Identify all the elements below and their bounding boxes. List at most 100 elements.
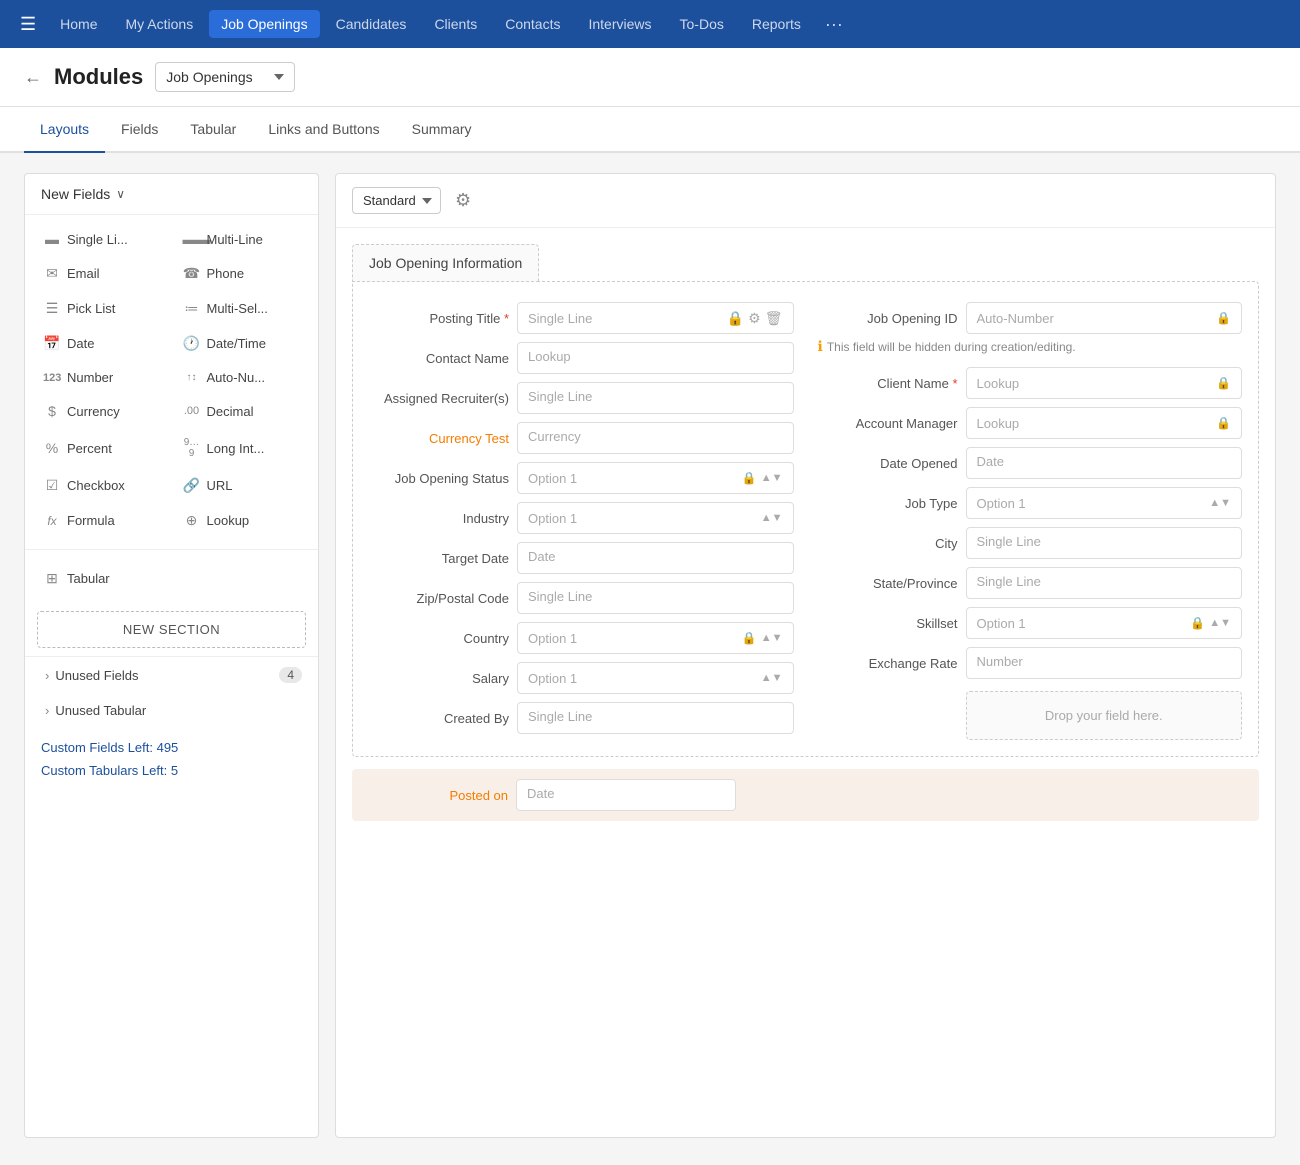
input-city[interactable]: Single Line (966, 527, 1243, 559)
form-row-salary: Salary Option 1 ▲▼ (369, 658, 794, 698)
field-auto-number[interactable]: ↑↕ Auto-Nu... (173, 362, 311, 393)
field-tabular[interactable]: ⊞ Tabular (33, 562, 171, 595)
field-datetime[interactable]: 🕐 Date/Time (173, 327, 311, 360)
input-country[interactable]: Option 1 🔒 ▲▼ (517, 622, 794, 654)
field-checkbox[interactable]: ☑ Checkbox (33, 469, 171, 502)
placeholder-salary: Option 1 (528, 671, 577, 686)
field-lookup-label: Lookup (207, 513, 250, 528)
input-client-name[interactable]: Lookup 🔒 (966, 367, 1243, 399)
input-salary[interactable]: Option 1 ▲▼ (517, 662, 794, 694)
field-pick-list[interactable]: ☰ Pick List (33, 292, 171, 325)
placeholder-assigned-recruiter: Single Line (528, 389, 592, 404)
placeholder-state-province: Single Line (977, 574, 1041, 589)
delete-icon[interactable]: 🗑 (765, 310, 783, 327)
nav-home[interactable]: Home (48, 10, 109, 38)
label-job-type: Job Type (818, 496, 958, 511)
input-exchange-rate[interactable]: Number (966, 647, 1243, 679)
form-row-drop-zone: Drop your field here. (818, 683, 1243, 740)
input-state-province[interactable]: Single Line (966, 567, 1243, 599)
input-industry[interactable]: Option 1 ▲▼ (517, 502, 794, 534)
section-header: Job Opening Information (352, 244, 1259, 281)
nav-todos[interactable]: To-Dos (668, 10, 736, 38)
input-assigned-recruiter[interactable]: Single Line (517, 382, 794, 414)
label-job-opening-status: Job Opening Status (369, 471, 509, 486)
custom-fields-link[interactable]: Custom Fields Left: 495 (41, 740, 302, 755)
tab-links-buttons[interactable]: Links and Buttons (252, 107, 395, 153)
info-text: This field will be hidden during creatio… (827, 340, 1076, 354)
input-skillset[interactable]: Option 1 🔒 ▲▼ (966, 607, 1243, 639)
input-target-date[interactable]: Date (517, 542, 794, 574)
input-currency-test[interactable]: Currency (517, 422, 794, 454)
placeholder-job-opening-id: Auto-Number (977, 311, 1054, 326)
input-created-by[interactable]: Single Line (517, 702, 794, 734)
info-icon: ℹ (818, 338, 823, 355)
input-contact-name[interactable]: Lookup (517, 342, 794, 374)
new-fields-header[interactable]: New Fields ∨ (25, 174, 318, 215)
form-row-exchange-rate: Exchange Rate Number (818, 643, 1243, 683)
new-section-button[interactable]: NEW SECTION (37, 611, 306, 648)
hamburger-menu[interactable]: ☰ (12, 8, 44, 41)
field-formula[interactable]: fx Formula (33, 504, 171, 537)
field-percent[interactable]: % Percent (33, 429, 171, 467)
nav-job-openings[interactable]: Job Openings (209, 10, 319, 38)
unused-tabular-row[interactable]: › Unused Tabular (25, 693, 318, 728)
field-lookup[interactable]: ⊕ Lookup (173, 504, 311, 537)
back-arrow-icon[interactable]: ← (24, 67, 42, 88)
input-posted-on[interactable]: Date (516, 779, 736, 811)
field-decimal[interactable]: .00 Decimal (173, 395, 311, 427)
field-number[interactable]: 123 Number (33, 362, 171, 393)
label-skillset: Skillset (818, 616, 958, 631)
gear-icon[interactable]: ⚙ (748, 310, 761, 327)
field-phone[interactable]: ☎ Phone (173, 257, 311, 290)
input-zip[interactable]: Single Line (517, 582, 794, 614)
input-posting-title[interactable]: Single Line 🔒 ⚙ 🗑 (517, 302, 794, 334)
label-account-manager: Account Manager (818, 416, 958, 431)
standard-selector[interactable]: Standard (352, 187, 441, 214)
field-currency[interactable]: $ Currency (33, 395, 171, 427)
nav-candidates[interactable]: Candidates (324, 10, 419, 38)
form-row-state-province: State/Province Single Line (818, 563, 1243, 603)
field-date[interactable]: 📅 Date (33, 327, 171, 360)
input-account-manager[interactable]: Lookup 🔒 (966, 407, 1243, 439)
field-long-int-label: Long Int... (207, 441, 265, 456)
input-job-opening-status[interactable]: Option 1 🔒 ▲▼ (517, 462, 794, 494)
field-url[interactable]: 🔗 URL (173, 469, 311, 502)
input-date-opened[interactable]: Date (966, 447, 1243, 479)
form-row-zip: Zip/Postal Code Single Line (369, 578, 794, 618)
nav-my-actions[interactable]: My Actions (114, 10, 206, 38)
unused-fields-row[interactable]: › Unused Fields 4 (25, 657, 318, 693)
form-row-skillset: Skillset Option 1 🔒 ▲▼ (818, 603, 1243, 643)
field-long-int[interactable]: 9…9 Long Int... (173, 429, 311, 467)
placeholder-skillset: Option 1 (977, 616, 1026, 631)
select-arrows-skillset: ▲▼ (1209, 618, 1231, 629)
custom-tabulars-link[interactable]: Custom Tabulars Left: 5 (41, 763, 302, 778)
field-single-line[interactable]: ▬ Single Li... (33, 223, 171, 255)
module-selector[interactable]: Job Openings Candidates Clients (155, 62, 295, 92)
nav-clients[interactable]: Clients (422, 10, 489, 38)
field-multi-select[interactable]: ≔ Multi-Sel... (173, 292, 311, 325)
tab-tabular[interactable]: Tabular (174, 107, 252, 153)
label-job-opening-id: Job Opening ID (818, 311, 958, 326)
input-job-opening-id[interactable]: Auto-Number 🔒 (966, 302, 1243, 334)
field-email[interactable]: ✉ Email (33, 257, 171, 290)
nav-interviews[interactable]: Interviews (576, 10, 663, 38)
select-arrows-country: ▲▼ (761, 633, 783, 644)
input-job-type[interactable]: Option 1 ▲▼ (966, 487, 1243, 519)
tab-layouts[interactable]: Layouts (24, 107, 105, 153)
placeholder-currency-test: Currency (528, 429, 581, 444)
page-header: ← Modules Job Openings Candidates Client… (0, 48, 1300, 107)
drop-zone[interactable]: Drop your field here. (966, 691, 1243, 740)
label-posting-title: Posting Title (369, 311, 509, 326)
nav-more[interactable]: ··· (817, 8, 851, 41)
nav-reports[interactable]: Reports (740, 10, 813, 38)
tab-summary[interactable]: Summary (396, 107, 488, 153)
settings-gear-button[interactable]: ⚙ (451, 186, 475, 215)
label-client-name: Client Name (818, 376, 958, 391)
field-multi-line[interactable]: ▬▬ Multi-Line (173, 223, 311, 255)
form-row-job-opening-status: Job Opening Status Option 1 🔒 ▲▼ (369, 458, 794, 498)
nav-contacts[interactable]: Contacts (493, 10, 572, 38)
unused-tabular-label: Unused Tabular (55, 703, 146, 718)
tab-fields[interactable]: Fields (105, 107, 174, 153)
lock-icon-skillset: 🔒 (1190, 616, 1205, 630)
info-hidden-field: ℹ This field will be hidden during creat… (818, 338, 1243, 355)
